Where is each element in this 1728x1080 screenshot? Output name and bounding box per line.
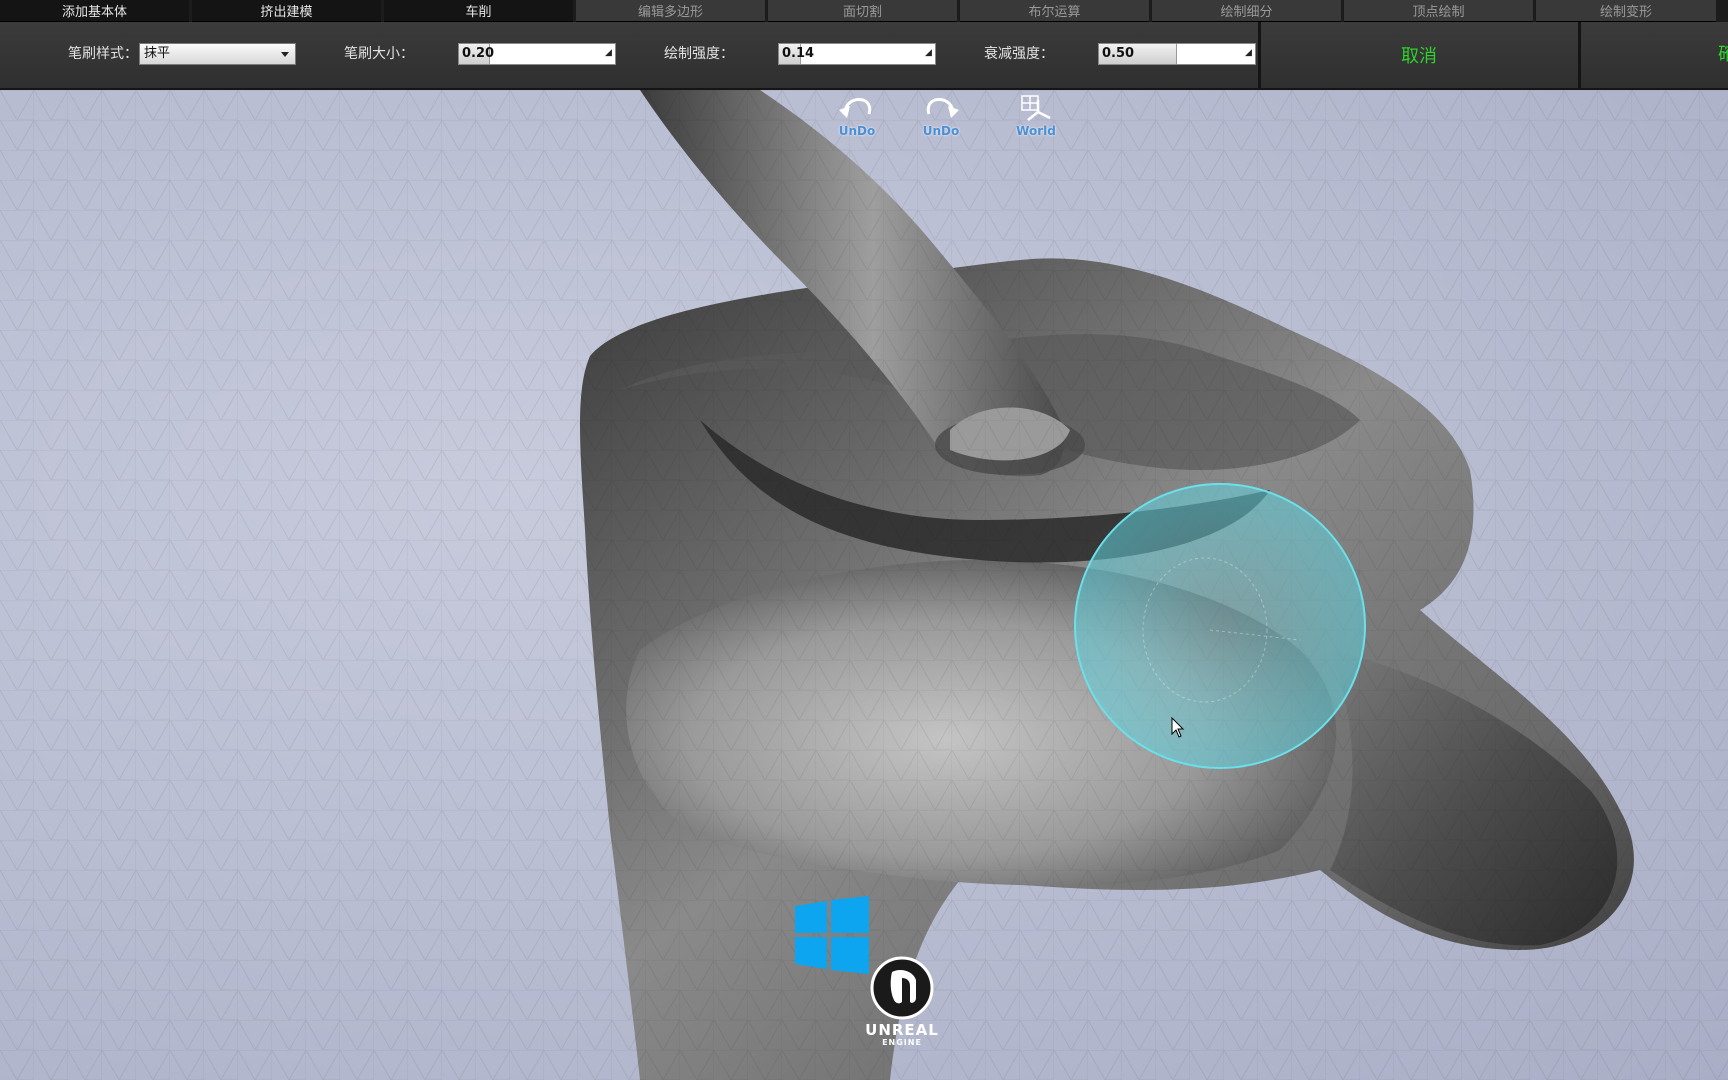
- resize-handle-icon: ◢: [605, 48, 612, 58]
- tab-edit-polygon[interactable]: 编辑多边形: [576, 0, 765, 22]
- brush-size-slider[interactable]: 0.20 ◢: [458, 43, 616, 65]
- unreal-wordmark: UNREAL: [865, 1021, 939, 1039]
- tab-paint-subdivide[interactable]: 绘制细分: [1152, 0, 1341, 22]
- 3d-viewport[interactable]: UnDo UnDo World UNREAL ENGINE: [0, 90, 1728, 1080]
- sculpt-brush-gizmo: [1074, 483, 1366, 769]
- undo-button[interactable]: UnDo: [829, 92, 885, 142]
- brush-style-dropdown[interactable]: 抹平: [139, 43, 296, 65]
- world-label: World: [1016, 124, 1056, 138]
- redo-button[interactable]: UnDo: [913, 92, 969, 142]
- toolbar-divider: [1578, 22, 1581, 88]
- engine-wordmark: ENGINE: [882, 1038, 922, 1047]
- cancel-button[interactable]: 取消: [1264, 26, 1574, 84]
- tab-face-cut[interactable]: 面切割: [768, 0, 957, 22]
- unreal-engine-logo: UNREAL ENGINE: [855, 956, 949, 1056]
- falloff-strength-label: 衰减强度：: [984, 46, 1054, 62]
- resize-handle-icon: ◢: [925, 48, 932, 58]
- paint-strength-slider[interactable]: 0.14 ◢: [778, 43, 936, 65]
- tab-add-primitive[interactable]: 添加基本体: [0, 0, 189, 22]
- tab-paint-deform[interactable]: 绘制变形: [1536, 0, 1716, 22]
- tab-extrude[interactable]: 挤出建模: [192, 0, 381, 22]
- brush-style-value: 抹平: [144, 46, 171, 61]
- falloff-strength-value: 0.50: [1102, 46, 1135, 61]
- falloff-strength-slider[interactable]: 0.50 ◢: [1098, 43, 1256, 65]
- unreal-engine-logo-icon: [870, 956, 934, 1020]
- paint-strength-label: 绘制强度：: [664, 46, 734, 62]
- tab-boolean[interactable]: 布尔运算: [960, 0, 1149, 22]
- chevron-down-icon: [281, 52, 289, 57]
- world-space-toggle[interactable]: World: [1008, 92, 1064, 142]
- tab-lathe[interactable]: 车削: [384, 0, 573, 22]
- paint-strength-value: 0.14: [782, 46, 815, 61]
- brush-options-toolbar: 笔刷样式： 抹平 笔刷大小： 0.20 ◢ 绘制强度： 0.14 ◢ 衰减强度：…: [0, 22, 1728, 90]
- redo-icon: [926, 98, 959, 118]
- undo-label: UnDo: [838, 124, 876, 138]
- confirm-button[interactable]: 確: [1718, 26, 1728, 84]
- toolbar-divider: [1258, 22, 1261, 88]
- brush-size-label: 笔刷大小：: [344, 46, 414, 62]
- world-axes-icon: [1021, 95, 1051, 121]
- tab-vertex-paint[interactable]: 顶点绘制: [1344, 0, 1533, 22]
- mouse-cursor-icon: [1171, 717, 1185, 738]
- brush-style-label: 笔刷样式：: [68, 46, 138, 62]
- mode-tab-bar: 添加基本体 挤出建模 车削 编辑多边形 面切割 布尔运算 绘制细分 顶点绘制 绘…: [0, 0, 1728, 22]
- undo-icon: [839, 98, 872, 118]
- brush-size-value: 0.20: [462, 46, 495, 61]
- redo-label: UnDo: [922, 124, 960, 138]
- resize-handle-icon: ◢: [1245, 48, 1252, 58]
